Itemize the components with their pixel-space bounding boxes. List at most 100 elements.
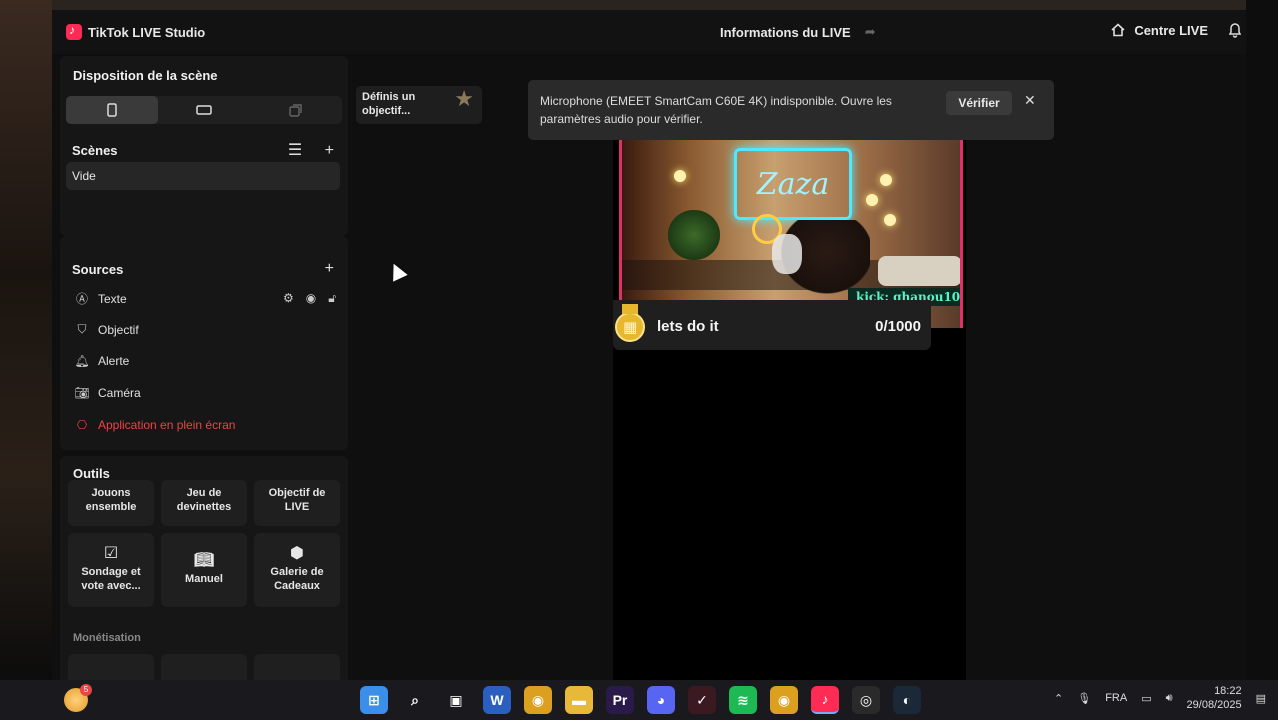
landscape-toggle[interactable] bbox=[158, 96, 250, 124]
notification-icon[interactable]: ▤ bbox=[1256, 692, 1266, 705]
tools-grid: Jouons ensemble Jeu de devinettes Object… bbox=[68, 480, 342, 607]
scenes-header: Scènes ☰ + bbox=[72, 140, 334, 160]
bell-icon[interactable] bbox=[1228, 22, 1242, 38]
sofa bbox=[878, 256, 960, 286]
portrait-toggle[interactable] bbox=[66, 96, 158, 124]
headset bbox=[772, 234, 802, 274]
desktop-right-strip bbox=[1246, 0, 1278, 680]
tool-label: Manuel bbox=[185, 573, 223, 585]
discord-icon[interactable]: ◕ bbox=[647, 686, 675, 714]
landscape-icon bbox=[196, 105, 212, 115]
tool-label: Galerie de Cadeaux bbox=[270, 566, 324, 592]
tool-label: Objectif de LIVE bbox=[268, 487, 326, 513]
lock-icon[interactable]: 🔓︎ bbox=[328, 291, 336, 306]
tool-poll[interactable]: ☑ Sondage et vote avec... bbox=[68, 533, 154, 607]
monetization-tool-3[interactable] bbox=[254, 654, 340, 680]
settings-icon[interactable]: ⚙ bbox=[283, 291, 294, 306]
add-scene-icon[interactable]: + bbox=[325, 142, 334, 159]
poll-icon: ☑ bbox=[103, 545, 119, 562]
tool-label: Jouons ensemble bbox=[85, 487, 137, 513]
live-info-button[interactable]: Informations du LIVE ➦ bbox=[720, 24, 876, 40]
source-label: Texte bbox=[98, 291, 127, 306]
tool-gift-gallery[interactable]: ⬢ Galerie de Cadeaux bbox=[254, 533, 340, 607]
source-label: Caméra bbox=[98, 386, 141, 400]
star-icon: ★ bbox=[454, 86, 474, 111]
chrome-2-icon[interactable]: ◉ bbox=[770, 686, 798, 714]
file-explorer-icon[interactable]: ▬ bbox=[565, 686, 593, 714]
tool-guessing-game[interactable]: Jeu de devinettes bbox=[161, 480, 247, 526]
gift-gallery-icon: ⬢ bbox=[290, 545, 304, 562]
tiktok-icon[interactable]: ♪ bbox=[811, 686, 839, 714]
set-goal-chip[interactable]: Définis un objectif... ★ bbox=[356, 86, 482, 124]
sources-card: Sources + Ⓐ Texte ⚙ ◉ 🔓︎ ⛉ Objectif 🔔︎ A… bbox=[60, 236, 348, 450]
scene-item[interactable]: Vide bbox=[66, 162, 340, 190]
chrome-icon[interactable]: ◉ bbox=[524, 686, 552, 714]
live-preview[interactable]: Zaza kick: ghanou10 lets do it 0/1000 bbox=[613, 140, 966, 680]
premiere-icon[interactable]: Pr bbox=[606, 686, 634, 714]
monetization-title: Monétisation bbox=[73, 632, 141, 644]
add-source-icon[interactable]: + bbox=[325, 260, 334, 278]
source-item-fullscreen-app[interactable]: ⎔ Application en plein écran bbox=[74, 418, 336, 432]
app-logo: TikTok LIVE Studio bbox=[52, 23, 206, 40]
tool-manual[interactable]: 📖︎ Manuel bbox=[161, 533, 247, 607]
title-right-actions: Centre LIVE bbox=[1111, 22, 1242, 38]
source-item-text[interactable]: Ⓐ Texte ⚙ ◉ 🔓︎ bbox=[74, 290, 336, 307]
bell-icon: 🔔︎ bbox=[74, 354, 90, 368]
chevron-up-icon[interactable]: ⌃ bbox=[1054, 692, 1063, 705]
source-label: Objectif bbox=[98, 322, 139, 337]
dual-layout-icon bbox=[289, 104, 302, 117]
scenes-title: Scènes bbox=[72, 142, 118, 158]
neon-sign: Zaza bbox=[734, 148, 852, 220]
monetization-tool-1[interactable] bbox=[68, 654, 154, 680]
date: 29/08/2025 bbox=[1186, 699, 1242, 711]
source-label: Alerte bbox=[98, 354, 130, 368]
live-center-button[interactable]: Centre LIVE bbox=[1111, 23, 1208, 38]
taskbar-apps: ⊞ ⌕ ▣ W ◉ ▬ Pr ◕ ✓ ≋ ◉ ♪ ◎ ◐ bbox=[360, 686, 921, 714]
scene-layout-title: Disposition de la scène bbox=[73, 68, 218, 83]
microphone-notification: Microphone (EMEET SmartCam C60E 4K) indi… bbox=[528, 80, 1054, 140]
source-label: Application en plein écran bbox=[98, 418, 236, 432]
volume-icon[interactable]: 🔊︎ bbox=[1166, 692, 1173, 705]
app-red-icon[interactable]: ✓ bbox=[688, 686, 716, 714]
clock[interactable]: 18:22 29/08/2025 bbox=[1187, 684, 1242, 712]
word-icon[interactable]: W bbox=[483, 686, 511, 714]
text-icon: Ⓐ bbox=[75, 292, 88, 306]
windows-taskbar: 5 ⊞ ⌕ ▣ W ◉ ▬ Pr ◕ ✓ ≋ ◉ ♪ ◎ ◐ ⌃ 🎙︎ FRA ▭ 🔊︎ 18:22 29… bbox=[0, 680, 1278, 720]
live-info-label: Informations du LIVE bbox=[720, 24, 851, 40]
steam-icon[interactable]: ◐ bbox=[893, 686, 921, 714]
tools-title: Outils bbox=[73, 466, 110, 481]
gift-medal-icon bbox=[615, 304, 645, 342]
weather-badge: 5 bbox=[80, 684, 92, 696]
network-icon[interactable]: ▭ bbox=[1141, 692, 1151, 705]
task-view-icon[interactable]: ▣ bbox=[442, 686, 470, 714]
source-item-goal[interactable]: ⛉ Objectif bbox=[74, 322, 336, 337]
windows-start-icon[interactable]: ⊞ bbox=[360, 686, 388, 714]
monetization-tool-2[interactable] bbox=[161, 654, 247, 680]
verify-button[interactable]: Vérifier bbox=[946, 91, 1012, 115]
portrait-icon bbox=[107, 103, 117, 117]
system-tray: ⌃ 🎙︎ FRA ▭ 🔊︎ 18:22 29/08/2025 ▤ bbox=[1054, 684, 1266, 712]
orientation-switch bbox=[66, 96, 342, 124]
microphone-icon[interactable]: 🎙︎ bbox=[1077, 692, 1091, 705]
list-icon[interactable]: ☰ bbox=[288, 142, 302, 159]
lamp-light bbox=[674, 170, 686, 182]
spotify-icon[interactable]: ≋ bbox=[729, 686, 757, 714]
time: 18:22 bbox=[1214, 685, 1242, 697]
home-icon bbox=[1111, 22, 1125, 36]
dual-toggle[interactable] bbox=[250, 96, 342, 124]
plant bbox=[668, 210, 720, 260]
source-item-alert[interactable]: 🔔︎ Alerte bbox=[74, 354, 336, 368]
close-icon[interactable]: ✕ bbox=[1024, 92, 1036, 109]
language-indicator[interactable]: FRA bbox=[1105, 692, 1127, 704]
app-name: TikTok LIVE Studio bbox=[88, 24, 206, 40]
tools-card: Outils Jouons ensemble Jeu de devinettes… bbox=[60, 456, 348, 680]
tool-play-together[interactable]: Jouons ensemble bbox=[68, 480, 154, 526]
obs-icon[interactable]: ◎ bbox=[852, 686, 880, 714]
share-icon[interactable]: ➦ bbox=[865, 24, 876, 40]
eye-icon[interactable]: ◉ bbox=[306, 291, 316, 306]
tiktok-live-studio-window: TikTok LIVE Studio Informations du LIVE … bbox=[52, 10, 1246, 680]
live-center-label: Centre LIVE bbox=[1134, 22, 1208, 38]
source-item-camera[interactable]: 📷︎ Caméra bbox=[74, 386, 336, 400]
search-icon[interactable]: ⌕ bbox=[401, 686, 429, 714]
tool-live-goal[interactable]: Objectif de LIVE bbox=[254, 480, 340, 526]
